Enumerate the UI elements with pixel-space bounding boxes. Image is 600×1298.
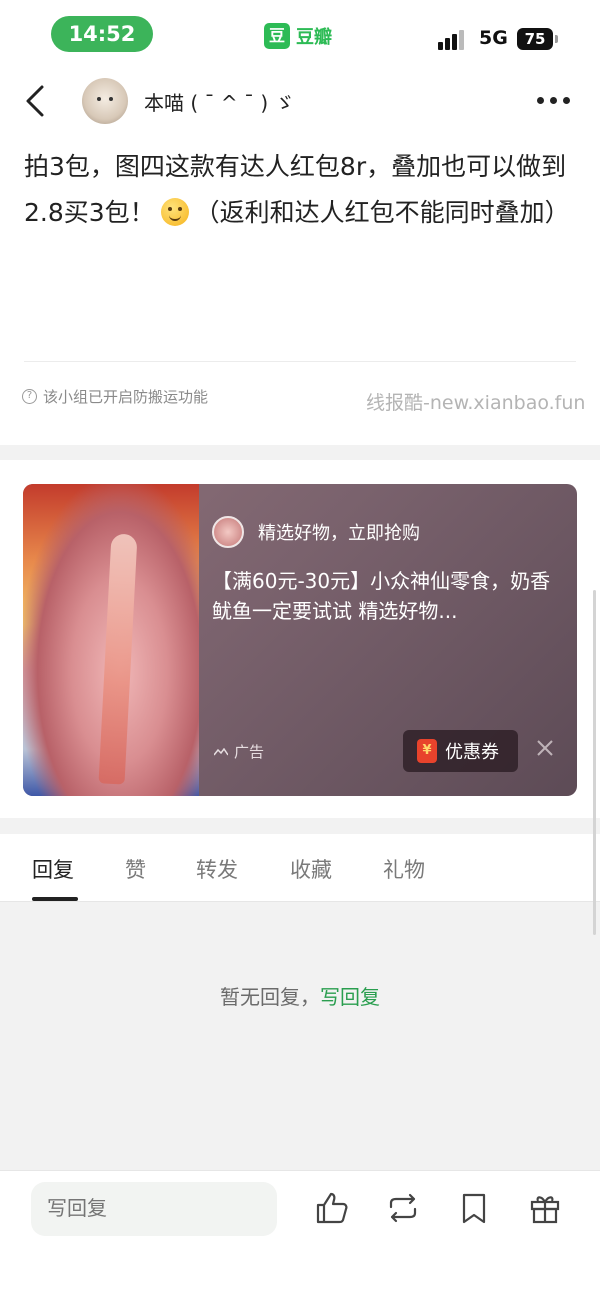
tab-collections[interactable]: 收藏 — [290, 854, 332, 884]
coupon-button[interactable]: ¥ 优惠券 — [403, 730, 518, 772]
status-app-indicator: 豆 豆瓣 — [264, 23, 332, 49]
yum-emoji-icon — [160, 198, 189, 226]
write-reply-link[interactable]: 写回复 — [320, 985, 380, 1009]
ad-card[interactable]: 精选好物，立即抢购 【满60元-30元】小众神仙零食，奶香鱿鱼一定要试试 精选好… — [23, 484, 577, 796]
red-packet-icon: ¥ — [417, 739, 437, 763]
ad-section: 精选好物，立即抢购 【满60元-30元】小众神仙零食，奶香鱿鱼一定要试试 精选好… — [0, 460, 600, 818]
anti-repost-note: ? 该小组已开启防搬运功能 — [22, 386, 208, 407]
bookmark-icon[interactable] — [457, 1191, 491, 1225]
question-icon[interactable]: ? — [22, 389, 37, 404]
empty-replies-text: 暂无回复， — [220, 985, 320, 1009]
repost-icon[interactable] — [386, 1191, 420, 1225]
ad-mark-icon — [214, 747, 228, 755]
back-icon[interactable] — [20, 84, 50, 118]
gift-icon[interactable] — [528, 1191, 562, 1225]
tab-likes[interactable]: 赞 — [125, 854, 146, 884]
ad-source-label: 精选好物，立即抢购 — [258, 523, 420, 544]
ad-product-image[interactable] — [23, 484, 199, 796]
battery-icon: 75 — [517, 28, 553, 50]
bottom-action-bar — [0, 1170, 600, 1298]
avatar[interactable] — [82, 78, 128, 124]
post-body: 拍3包，图四这款有达人红包8r，叠加也可以做到2.8买3包！ （返利和达人红包不能… — [24, 144, 576, 236]
scrollbar[interactable] — [593, 590, 596, 935]
status-time: 14:52 — [51, 16, 153, 52]
signal-icon — [438, 28, 470, 50]
tab-replies[interactable]: 回复 — [32, 854, 74, 884]
like-icon[interactable] — [315, 1191, 349, 1225]
tab-gifts[interactable]: 礼物 — [383, 854, 425, 884]
author-name[interactable]: 本喵 ( ˉ ^ ˉ ) ゞ — [144, 87, 295, 116]
divider — [24, 361, 576, 362]
reply-input[interactable] — [31, 1182, 277, 1236]
ad-source: 精选好物，立即抢购 — [212, 516, 420, 548]
network-type: 5G — [479, 27, 508, 49]
battery-tip — [555, 35, 558, 43]
tab-reposts[interactable]: 转发 — [196, 854, 238, 884]
reaction-tabs: 回复 赞 转发 收藏 礼物 — [0, 834, 600, 902]
watermark: 线报酷-new.xianbao.fun — [366, 392, 586, 414]
ad-avatar — [212, 516, 244, 548]
ad-tag-label: 广告 — [234, 743, 265, 761]
close-icon[interactable] — [535, 738, 555, 758]
ad-tag: 广告 — [214, 741, 264, 762]
status-app-name: 豆瓣 — [296, 27, 332, 48]
post-text-part-2: （返利和达人红包不能同时叠加） — [194, 198, 570, 227]
douban-logo-icon: 豆 — [264, 23, 290, 49]
empty-replies: 暂无回复，写回复 — [0, 981, 600, 1010]
more-options-icon[interactable] — [535, 97, 571, 105]
coupon-label: 优惠券 — [445, 742, 499, 763]
active-tab-indicator — [32, 897, 78, 901]
anti-repost-label: 该小组已开启防搬运功能 — [43, 388, 209, 406]
ad-title[interactable]: 【满60元-30元】小众神仙零食，奶香鱿鱼一定要试试 精选好物... — [212, 566, 558, 626]
post-header-area: 14:52 豆 豆瓣 5G 75 本喵 ( ˉ ^ ˉ ) ゞ 拍3包，图四这款… — [0, 0, 600, 445]
